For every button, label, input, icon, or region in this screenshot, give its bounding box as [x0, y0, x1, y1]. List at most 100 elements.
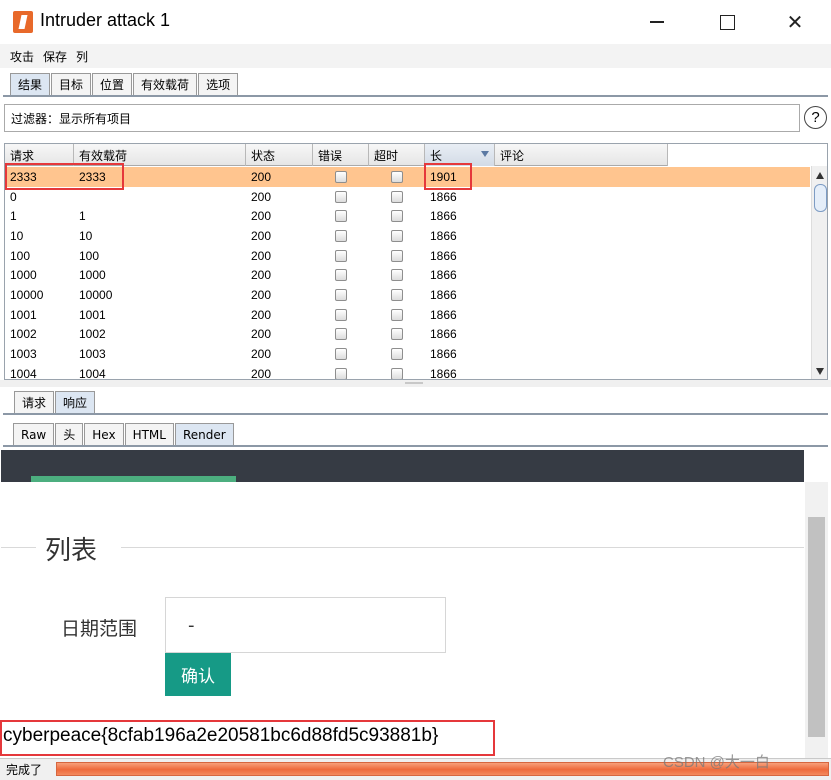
view-tabs: Raw 头 Hex HTML Render: [13, 423, 235, 445]
tab-request[interactable]: 请求: [14, 391, 55, 413]
confirm-button[interactable]: 确认: [165, 653, 231, 696]
cell-status: 200: [251, 228, 272, 243]
filter-bar[interactable]: 过滤器：显示所有项目: [4, 104, 800, 132]
cell-request: 0: [10, 189, 17, 204]
table-scrollbar[interactable]: [811, 166, 827, 379]
col-error[interactable]: 错误: [313, 144, 369, 166]
cell-request: 100: [10, 248, 31, 263]
scroll-up-icon[interactable]: [816, 172, 824, 179]
maximize-button[interactable]: [697, 0, 757, 44]
cell-request: 1004: [10, 366, 37, 380]
rendered-nav-active: [31, 476, 236, 482]
checkbox[interactable]: [335, 210, 347, 223]
tab-divider-3: [3, 445, 828, 447]
close-button[interactable]: ✕: [765, 0, 825, 44]
checkbox[interactable]: [391, 190, 403, 203]
checkbox[interactable]: [335, 288, 347, 301]
table-row[interactable]: 2333 2333 200 1901: [5, 167, 810, 187]
cell-request: 1003: [10, 347, 37, 362]
col-comment[interactable]: 评论: [495, 144, 668, 166]
menu-attack[interactable]: 攻击: [10, 48, 34, 65]
burp-app-icon: [13, 11, 33, 33]
checkbox[interactable]: [391, 229, 403, 242]
table-row[interactable]: 0 200 1866: [5, 187, 810, 207]
cell-timeout: [369, 308, 425, 321]
checkbox[interactable]: [391, 269, 403, 282]
menu-columns[interactable]: 列: [76, 48, 88, 65]
checkbox[interactable]: [335, 249, 347, 262]
table-row[interactable]: 100 100 200 1866: [5, 246, 810, 266]
checkbox[interactable]: [391, 367, 403, 379]
cell-request: 1001: [10, 307, 37, 322]
table-row[interactable]: 10000 10000 200 1866: [5, 285, 810, 305]
checkbox[interactable]: [391, 348, 403, 361]
splitter-grip[interactable]: [405, 382, 423, 384]
window-title: Intruder attack 1: [40, 10, 171, 30]
cell-request: 1000: [10, 268, 37, 283]
status-text: 完成了: [6, 763, 43, 777]
col-status[interactable]: 状态: [246, 144, 313, 166]
date-range-input[interactable]: -: [165, 597, 446, 653]
tab-results[interactable]: 结果: [10, 73, 51, 95]
cell-length: 1866: [430, 228, 457, 243]
tab-render[interactable]: Render: [174, 423, 234, 445]
tab-raw[interactable]: Raw: [13, 423, 55, 445]
highlight-request-payload: [5, 163, 124, 190]
render-scrollbar-thumb[interactable]: [808, 517, 825, 737]
checkbox[interactable]: [391, 328, 403, 341]
scrollbar-thumb[interactable]: [814, 184, 827, 212]
legend-line-left: [1, 547, 36, 548]
checkbox[interactable]: [391, 288, 403, 301]
cell-length: 1866: [430, 307, 457, 322]
minimize-icon: [650, 21, 664, 23]
cell-error: [313, 190, 369, 203]
tab-payloads[interactable]: 有效载荷: [133, 73, 198, 95]
cell-length: 1866: [430, 209, 457, 224]
tab-response[interactable]: 响应: [55, 391, 96, 413]
checkbox[interactable]: [391, 210, 403, 223]
cell-status: 200: [251, 307, 272, 322]
table-row[interactable]: 1004 1004 200 1866: [5, 364, 810, 380]
cell-length: 1866: [430, 327, 457, 342]
checkbox[interactable]: [391, 249, 403, 262]
tab-positions[interactable]: 位置: [92, 73, 133, 95]
pane-splitter[interactable]: [0, 380, 831, 387]
checkbox[interactable]: [391, 170, 403, 183]
table-row[interactable]: 10 10 200 1866: [5, 226, 810, 246]
table-row[interactable]: 1003 1003 200 1866: [5, 344, 810, 364]
checkbox[interactable]: [335, 170, 347, 183]
tab-headers[interactable]: 头: [55, 423, 84, 445]
tab-target[interactable]: 目标: [51, 73, 92, 95]
maximize-icon: [719, 14, 735, 30]
checkbox[interactable]: [335, 308, 347, 321]
menu-save[interactable]: 保存: [43, 48, 67, 65]
checkbox[interactable]: [335, 367, 347, 379]
checkbox[interactable]: [335, 190, 347, 203]
tab-options[interactable]: 选项: [198, 73, 239, 95]
cell-status: 200: [251, 327, 272, 342]
cell-error: [313, 328, 369, 341]
cell-timeout: [369, 249, 425, 262]
highlight-flag: [0, 720, 495, 756]
tab-html[interactable]: HTML: [124, 423, 174, 445]
table-row[interactable]: 1000 1000 200 1866: [5, 265, 810, 285]
cell-request: 1: [10, 209, 17, 224]
checkbox[interactable]: [335, 348, 347, 361]
checkbox[interactable]: [391, 308, 403, 321]
cell-length: 1866: [430, 248, 457, 263]
render-scrollbar[interactable]: [805, 482, 828, 758]
tab-hex[interactable]: Hex: [84, 423, 124, 445]
scroll-down-icon[interactable]: [816, 368, 824, 375]
cell-status: 200: [251, 248, 272, 263]
help-icon[interactable]: ?: [804, 106, 827, 129]
checkbox[interactable]: [335, 229, 347, 242]
checkbox[interactable]: [335, 328, 347, 341]
table-row[interactable]: 1001 1001 200 1866: [5, 305, 810, 325]
checkbox[interactable]: [335, 269, 347, 282]
table-row[interactable]: 1 1 200 1866: [5, 206, 810, 226]
col-timeout[interactable]: 超时: [369, 144, 425, 166]
table-row[interactable]: 1002 1002 200 1866: [5, 325, 810, 345]
minimize-button[interactable]: [627, 0, 687, 44]
watermark: CSDN @大一白: [663, 754, 770, 771]
cell-error: [313, 367, 369, 379]
